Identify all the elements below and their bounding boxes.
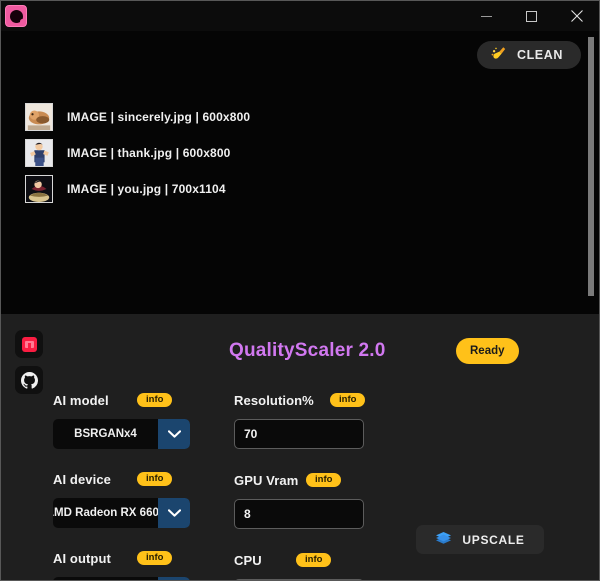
ai-output-info-badge[interactable]: info	[137, 550, 173, 566]
ai-device-field: AI device info AMD Radeon RX 6600	[53, 469, 213, 528]
application-window: CLEAN IMAGE | sincerely.jpg | 600x800 IM…	[0, 0, 600, 581]
list-item[interactable]: IMAGE | you.jpg | 700x1104	[25, 171, 599, 207]
image-thumbnail	[25, 103, 53, 131]
ai-model-info-badge[interactable]: info	[137, 392, 173, 408]
resolution-field: Resolution% info	[234, 390, 394, 449]
resolution-label: Resolution%	[234, 392, 314, 408]
cpu-field: CPU info	[234, 550, 394, 580]
gpu-vram-header: GPU Vram info	[234, 470, 394, 490]
page-title: QualityScaler 2.0	[229, 340, 386, 361]
file-list-scrollbar[interactable]	[588, 37, 594, 296]
cpu-input[interactable]	[234, 579, 364, 580]
ai-device-label: AI device	[53, 471, 111, 487]
chevron-down-icon[interactable]	[158, 577, 190, 580]
itch-io-glyph-bar	[24, 340, 34, 348]
settings-column-right: Resolution% info GPU Vram info CPU info	[234, 390, 394, 580]
layers-icon	[435, 531, 452, 549]
list-item-label: IMAGE | you.jpg | 700x1104	[67, 182, 226, 196]
cpu-header: CPU info	[234, 550, 394, 570]
gpu-vram-input[interactable]	[234, 499, 364, 529]
settings-column-left: AI model info BSRGANx4 AI device info AM…	[53, 390, 213, 580]
ai-device-info-badge[interactable]: info	[137, 471, 173, 487]
list-item[interactable]: IMAGE | sincerely.jpg | 600x800	[25, 99, 599, 135]
cpu-info-badge[interactable]: info	[296, 552, 332, 568]
scrollbar-thumb[interactable]	[588, 37, 594, 296]
ai-device-select[interactable]: AMD Radeon RX 6600	[53, 498, 190, 528]
resolution-input[interactable]	[234, 419, 364, 449]
ai-model-select[interactable]: BSRGANx4	[53, 419, 190, 449]
clean-button-label: CLEAN	[516, 48, 563, 62]
minimize-icon[interactable]	[464, 1, 509, 31]
resolution-info-badge[interactable]: info	[330, 392, 366, 408]
qualityscaler-app-icon	[5, 5, 27, 27]
list-item[interactable]: IMAGE | thank.jpg | 600x800	[25, 135, 599, 171]
ai-model-value[interactable]: BSRGANx4	[53, 419, 158, 449]
list-item-label: IMAGE | thank.jpg | 600x800	[67, 146, 231, 160]
maximize-icon[interactable]	[509, 1, 554, 31]
toolbar: CLEAN	[476, 41, 581, 69]
ai-model-label: AI model	[53, 392, 109, 408]
list-item-label: IMAGE | sincerely.jpg | 600x800	[67, 110, 251, 124]
upscale-button-label: UPSCALE	[462, 532, 525, 547]
ai-device-header: AI device info	[53, 469, 213, 489]
gpu-vram-field: GPU Vram info	[234, 470, 394, 529]
gpu-vram-label: GPU Vram	[234, 472, 299, 488]
clean-button[interactable]: CLEAN	[476, 41, 581, 69]
file-list-panel: CLEAN IMAGE | sincerely.jpg | 600x800 IM…	[1, 31, 599, 314]
file-list[interactable]: IMAGE | sincerely.jpg | 600x800 IMAGE | …	[1, 99, 599, 314]
itch-io-glyph	[21, 336, 37, 352]
broom-icon	[491, 46, 508, 64]
chevron-down-icon[interactable]	[158, 419, 190, 449]
image-thumbnail	[25, 139, 53, 167]
title-bar[interactable]	[1, 1, 599, 31]
itch-io-icon[interactable]	[15, 330, 43, 358]
ai-output-label: AI output	[53, 550, 111, 566]
cpu-label: CPU	[234, 552, 262, 568]
close-icon[interactable]	[554, 1, 599, 31]
app-icon-glyph	[9, 9, 25, 24]
status-badge: Ready	[456, 338, 519, 364]
ai-output-select[interactable]: .png	[53, 577, 190, 580]
chevron-down-icon[interactable]	[158, 498, 190, 528]
image-thumbnail	[25, 175, 53, 203]
ai-device-value[interactable]: AMD Radeon RX 6600	[53, 498, 158, 528]
upscale-button[interactable]: UPSCALE	[416, 525, 544, 554]
github-icon[interactable]	[15, 366, 43, 394]
ai-model-field: AI model info BSRGANx4	[53, 390, 213, 449]
window-controls	[464, 1, 599, 31]
ai-output-field: AI output info .png	[53, 548, 213, 580]
ai-output-value[interactable]: .png	[53, 577, 158, 580]
resolution-header: Resolution% info	[234, 390, 394, 410]
side-icon-bar	[15, 330, 43, 394]
ai-model-header: AI model info	[53, 390, 213, 410]
gpu-vram-info-badge[interactable]: info	[306, 472, 342, 488]
ai-output-header: AI output info	[53, 548, 213, 568]
